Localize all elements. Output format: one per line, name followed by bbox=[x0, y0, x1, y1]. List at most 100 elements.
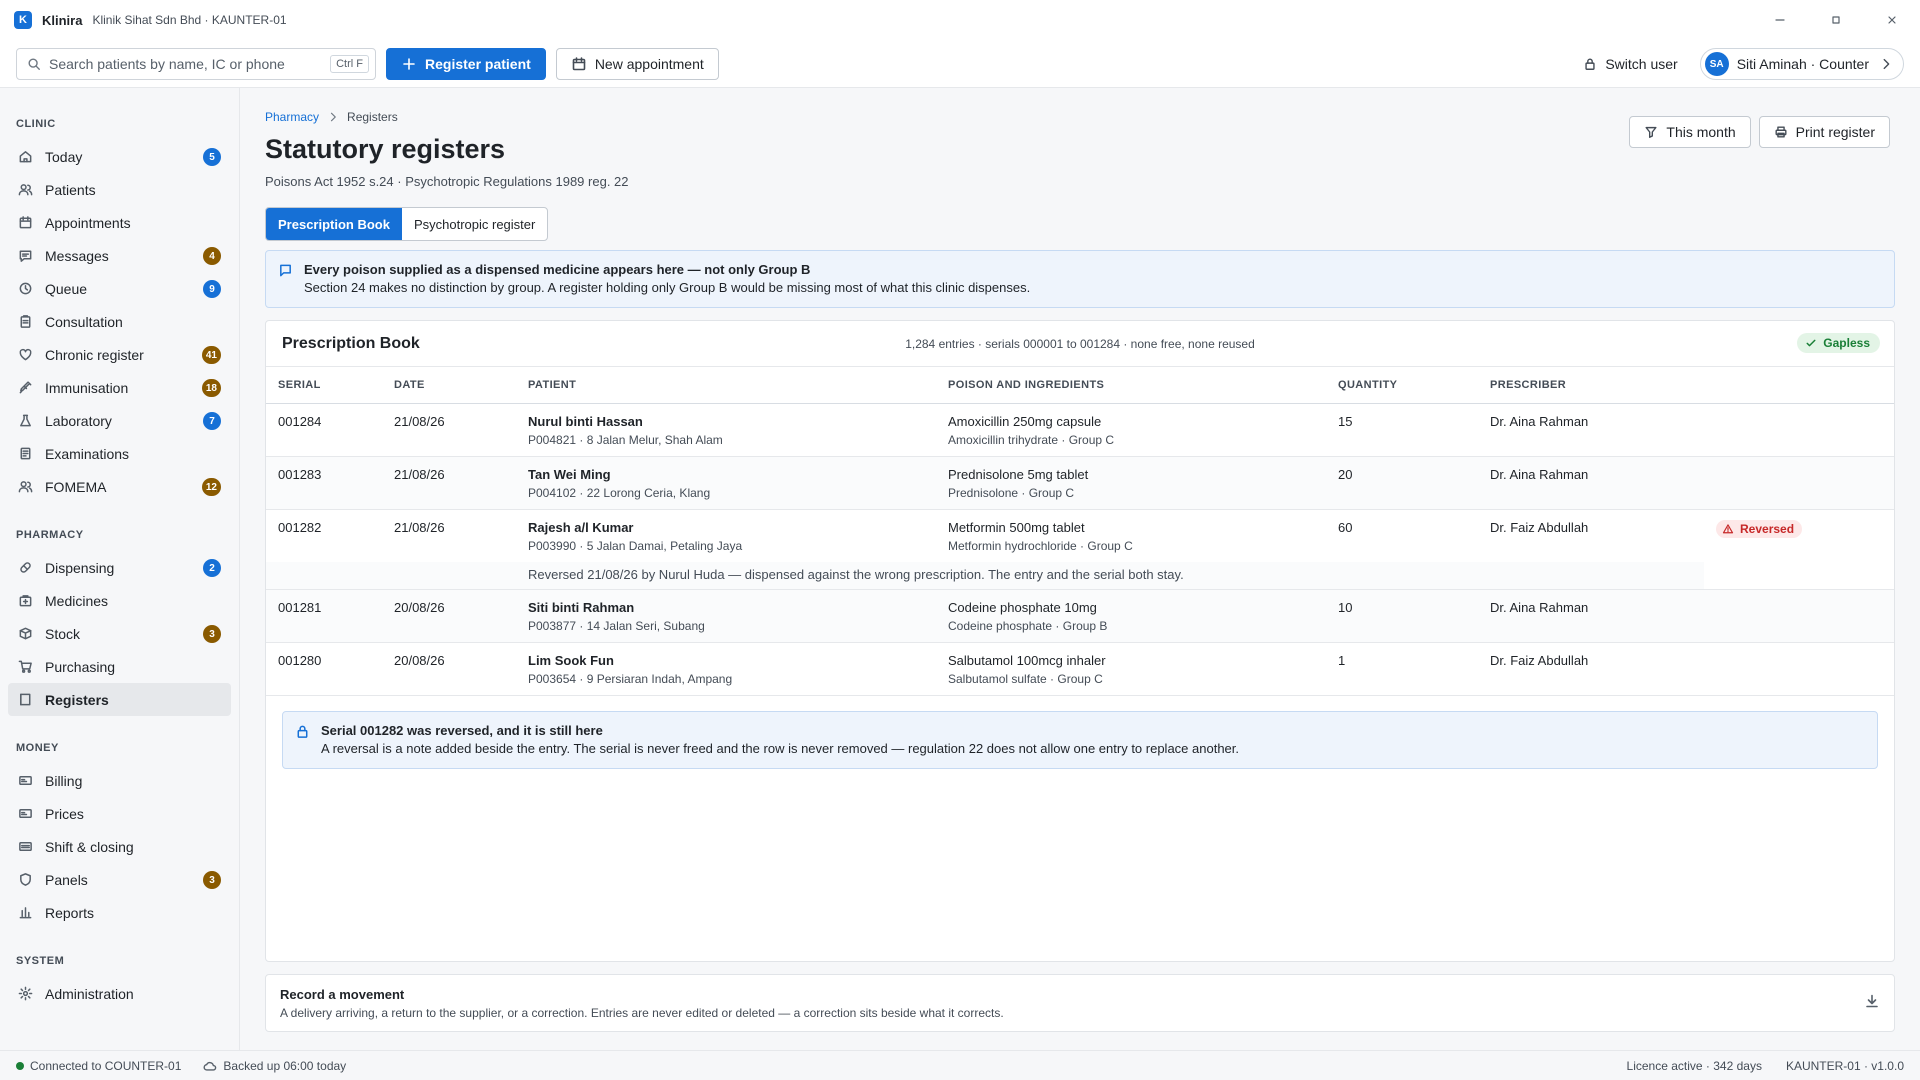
status-cell bbox=[1704, 456, 1894, 510]
column-header-status bbox=[1704, 367, 1894, 404]
switch-user-label: Switch user bbox=[1605, 56, 1678, 72]
table-row[interactable]: 001280 20/08/26 Lim Sook Fun P003654 · 9 … bbox=[266, 642, 1894, 696]
sidebar-item-queue[interactable]: Queue 9 bbox=[8, 272, 231, 305]
sidebar-item-prices[interactable]: Prices bbox=[8, 797, 231, 830]
table-row[interactable]: 001283 21/08/26 Tan Wei Ming P004102 · 22… bbox=[266, 456, 1894, 510]
breadcrumb-pharmacy-link[interactable]: Pharmacy bbox=[265, 110, 319, 124]
table-row[interactable]: 001281 20/08/26 Siti binti Rahman P003877… bbox=[266, 589, 1894, 643]
switch-user-button[interactable]: Switch user bbox=[1583, 56, 1678, 72]
sidebar-item-label: Stock bbox=[45, 625, 81, 642]
register-patient-label: Register patient bbox=[425, 55, 531, 72]
printer-icon bbox=[1774, 125, 1796, 139]
poison-cell: Salbutamol 100mcg inhaler Salbutamol sulf… bbox=[936, 642, 1326, 696]
main-content: Pharmacy Registers Statutory registers P… bbox=[241, 88, 1920, 1050]
flask-icon bbox=[18, 413, 45, 428]
poison-cell: Metformin 500mg tablet Metformin hydrochl… bbox=[936, 509, 1326, 562]
quantity-cell: 15 bbox=[1326, 403, 1478, 457]
column-header: PRESCRIBER bbox=[1478, 367, 1704, 404]
reversed-badge: Reversed bbox=[1716, 519, 1803, 538]
register-tabs: Prescription Book Psychotropic register bbox=[265, 207, 549, 241]
sidebar-item-fomema[interactable]: FOMEMA 12 bbox=[8, 470, 231, 503]
sidebar-item-dispensing[interactable]: Dispensing 2 bbox=[8, 551, 231, 584]
status-bar: Connected to COUNTER-01 Backed up 06:00 … bbox=[0, 1050, 1920, 1080]
sidebar-item-today[interactable]: Today 5 bbox=[8, 140, 231, 173]
patient-name: Siti binti Rahman bbox=[528, 599, 635, 615]
new-appointment-button[interactable]: New appointment bbox=[555, 47, 719, 80]
poison-cell: Prednisolone 5mg tablet Prednisolone · Gr… bbox=[936, 456, 1326, 510]
sidebar-item-patients[interactable]: Patients bbox=[8, 173, 231, 206]
sidebar-item-label: Prices bbox=[45, 805, 84, 822]
prescriber-cell: Dr. Aina Rahman bbox=[1478, 456, 1704, 510]
patient-search[interactable]: Ctrl F bbox=[16, 47, 376, 80]
reversal-info-text: A reversal is a note added beside the en… bbox=[321, 741, 1240, 756]
sidebar-item-medicines[interactable]: Medicines bbox=[8, 584, 231, 617]
sidebar-item-label: Reports bbox=[45, 904, 95, 921]
sidebar-item-label: Consultation bbox=[45, 313, 123, 330]
print-register-button[interactable]: Print register bbox=[1758, 116, 1890, 148]
poison-ingredients: Prednisolone · Group C bbox=[948, 485, 1075, 500]
filter-this-month-button[interactable]: This month bbox=[1629, 116, 1751, 148]
sidebar-item-label: Shift & closing bbox=[45, 838, 134, 855]
sidebar-item-examinations[interactable]: Examinations bbox=[8, 437, 231, 470]
sidebar-item-messages[interactable]: Messages 4 bbox=[8, 239, 231, 272]
poison-ingredients: Amoxicillin trihydrate · Group C bbox=[948, 432, 1115, 447]
new-appointment-label: New appointment bbox=[594, 55, 704, 72]
sidebar-item-immunisation[interactable]: Immunisation 18 bbox=[8, 371, 231, 404]
search-input[interactable] bbox=[49, 55, 331, 72]
sidebar-item-shift-closing[interactable]: Shift & closing bbox=[8, 830, 231, 863]
date-cell: 21/08/26 bbox=[382, 456, 516, 510]
sidebar-item-billing[interactable]: Billing bbox=[8, 764, 231, 797]
page-subtitle: Poisons Act 1952 s.24 · Psychotropic Reg… bbox=[265, 174, 629, 189]
column-header: POISON AND INGREDIENTS bbox=[936, 367, 1326, 404]
backup-label: Backed up 06:00 today bbox=[223, 1058, 347, 1073]
sidebar-item-stock[interactable]: Stock 3 bbox=[8, 617, 231, 650]
poison-name: Metformin 500mg tablet bbox=[948, 519, 1085, 535]
patient-cell: Rajesh a/l Kumar P003990 · 5 Jalan Damai,… bbox=[516, 509, 936, 562]
count-badge: 5 bbox=[203, 148, 221, 166]
note-spacer bbox=[1704, 562, 1894, 590]
poison-name: Salbutamol 100mcg inhaler bbox=[948, 652, 1106, 668]
sidebar-item-label: Examinations bbox=[45, 445, 130, 462]
document-icon bbox=[18, 446, 45, 461]
sidebar-item-panels[interactable]: Panels 3 bbox=[8, 863, 231, 896]
quantity-cell: 1 bbox=[1326, 642, 1478, 696]
status-badge: Gapless bbox=[1797, 333, 1880, 353]
user-menu[interactable]: SA Siti Aminah · Counter bbox=[1699, 48, 1904, 80]
sidebar-item-label: Today bbox=[45, 148, 83, 165]
warning-icon bbox=[1722, 523, 1740, 535]
search-icon bbox=[27, 57, 41, 71]
count-badge: 3 bbox=[203, 625, 221, 643]
filter-label: This month bbox=[1666, 124, 1736, 140]
record-movement-panel[interactable]: Record a movement A delivery arriving, a… bbox=[265, 974, 1895, 1032]
nav-section-clinic: CLINIC bbox=[16, 118, 56, 130]
prescriber-cell: Dr. Aina Rahman bbox=[1478, 403, 1704, 457]
table-row[interactable]: 001284 21/08/26 Nurul binti Hassan P00482… bbox=[266, 403, 1894, 457]
table-row[interactable]: 001282 21/08/26 Rajesh a/l Kumar P003990 … bbox=[266, 509, 1894, 562]
sidebar-item-reports[interactable]: Reports bbox=[8, 896, 231, 929]
sidebar: CLINIC Today 5 Patients Appointments Mes… bbox=[0, 88, 240, 1050]
sidebar-item-appointments[interactable]: Appointments bbox=[8, 206, 231, 239]
info-banner: Every poison supplied as a dispensed med… bbox=[265, 250, 1895, 308]
tab-psychotropic-register[interactable]: Psychotropic register bbox=[402, 208, 547, 240]
sidebar-item-administration[interactable]: Administration bbox=[8, 977, 231, 1010]
heart-icon bbox=[18, 347, 45, 362]
patient-name: Tan Wei Ming bbox=[528, 466, 611, 482]
sidebar-item-label: Appointments bbox=[45, 214, 131, 231]
sidebar-item-consultation[interactable]: Consultation bbox=[8, 305, 231, 338]
register-table: SERIAL DATE PATIENT POISON AND INGREDIEN… bbox=[266, 367, 1894, 696]
sidebar-item-registers[interactable]: Registers bbox=[8, 683, 231, 716]
tab-prescription-book[interactable]: Prescription Book bbox=[266, 208, 402, 240]
maximize-button[interactable] bbox=[1808, 0, 1864, 40]
close-button[interactable] bbox=[1864, 0, 1920, 40]
sidebar-item-laboratory[interactable]: Laboratory 7 bbox=[8, 404, 231, 437]
count-badge: 3 bbox=[203, 871, 221, 889]
quantity-cell: 20 bbox=[1326, 456, 1478, 510]
filter-icon bbox=[1644, 125, 1666, 139]
sidebar-item-chronic-register[interactable]: Chronic register 41 bbox=[8, 338, 231, 371]
download-icon[interactable] bbox=[1864, 993, 1880, 1009]
minimize-button[interactable] bbox=[1752, 0, 1808, 40]
calendar-icon bbox=[571, 56, 595, 72]
sidebar-item-purchasing[interactable]: Purchasing bbox=[8, 650, 231, 683]
register-patient-button[interactable]: Register patient bbox=[386, 47, 546, 80]
plus-icon bbox=[401, 56, 425, 72]
